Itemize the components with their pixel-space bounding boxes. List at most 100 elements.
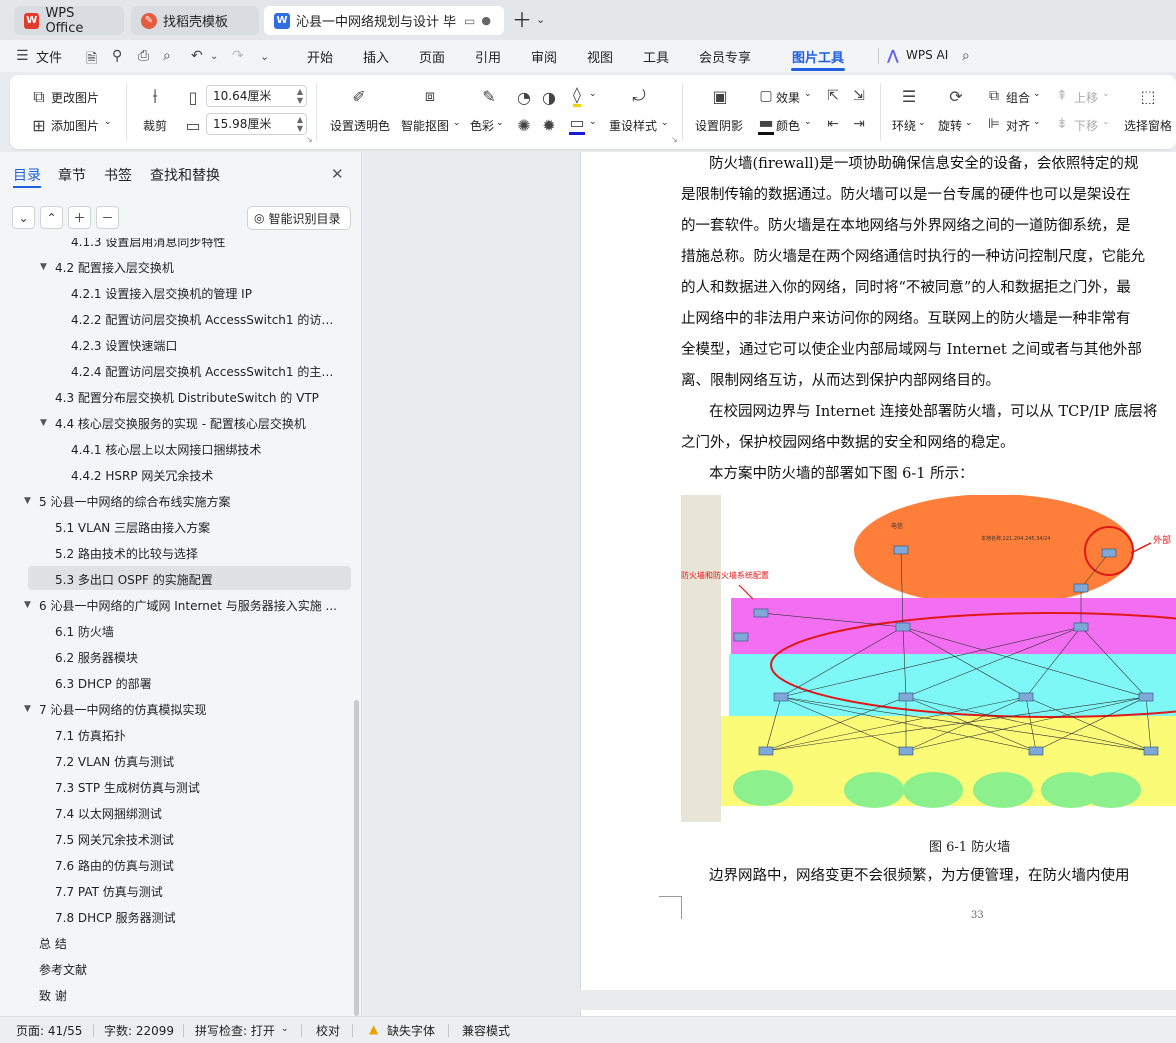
reset-style-button[interactable]: 重设样式 (609, 117, 657, 134)
save-icon[interactable]: 🗎 (86, 48, 97, 72)
print-icon[interactable]: ⎙ (138, 48, 149, 64)
toc-item[interactable]: ▼ 6 沁县一中网络的广域网 Internet 与服务器接入实施 ... (0, 592, 355, 618)
wrap-chevron-icon[interactable]: ⌄ (918, 118, 926, 128)
brightness-up-icon[interactable]: ✺ (513, 114, 535, 136)
height-spinner-icon[interactable]: ▲ ▼ (297, 115, 303, 133)
group-button[interactable]: 组合 (1006, 89, 1030, 106)
add-image-chevron-icon[interactable]: ⌄ (104, 117, 112, 127)
toc-item[interactable]: 6.1 防火墙 (0, 618, 355, 644)
spell-check-toggle[interactable]: 拼写检查: 打开 (195, 1022, 275, 1039)
smart-cutout-button[interactable]: 智能抠图 (401, 117, 449, 134)
unsaved-dot-icon[interactable]: ● (481, 14, 491, 27)
move-up-chevron-icon[interactable]: ⌄ (1102, 89, 1110, 99)
change-image-button[interactable]: 更改图片 (51, 89, 99, 106)
menu-insert[interactable]: 插入 (363, 47, 389, 66)
shadow-right-icon[interactable]: ⇥ (848, 113, 870, 135)
toc-expand-arrow-icon[interactable]: ▼ (24, 600, 31, 610)
page-count[interactable]: 页面: 41/55 (16, 1022, 82, 1039)
effect-chevron-icon[interactable]: ⌄ (804, 89, 812, 99)
effect-button[interactable]: 效果 (776, 89, 800, 106)
smart-toc-button[interactable]: ◎ 智能识别目录 (247, 206, 351, 230)
tab-document[interactable]: W 沁县一中网络规划与设计 毕业 ▭ ● (264, 6, 504, 35)
tab-wps-office[interactable]: W WPS Office (14, 6, 124, 36)
toc-item[interactable]: 致 谢 (0, 982, 355, 1008)
smart-cutout-chevron-icon[interactable]: ⌄ (453, 118, 461, 128)
add-image-button[interactable]: 添加图片 (51, 117, 99, 134)
height-input[interactable]: 15.98厘米 ▲ ▼ (206, 113, 307, 135)
menu-vip[interactable]: 会员专享 (699, 47, 751, 66)
menu-reference[interactable]: 引用 (475, 47, 501, 66)
menu-tools[interactable]: 工具 (643, 47, 669, 66)
width-input[interactable]: 10.64厘米 ▲ ▼ (206, 85, 307, 107)
undo-chevron-icon[interactable]: ⌄ (210, 51, 218, 62)
new-tab-plus-icon[interactable]: ＋ (512, 9, 532, 31)
tab-sections[interactable]: 章节 (58, 165, 86, 185)
spell-check-chevron-icon[interactable]: ⌄ (281, 1024, 289, 1034)
rotate-chevron-icon[interactable]: ⌄ (965, 118, 973, 128)
shadow-up-icon[interactable]: ⇱ (822, 85, 844, 107)
toc-item[interactable]: 7.7 PAT 仿真与测试 (0, 878, 355, 904)
menu-wps-ai[interactable]: WPS AI (906, 48, 948, 62)
color-button[interactable]: 色彩 (470, 117, 494, 134)
collapse-all-icon[interactable]: ⌄ (12, 206, 35, 229)
tab-toc[interactable]: 目录 (13, 165, 41, 185)
add-heading-icon[interactable]: ＋ (68, 206, 91, 229)
more-chevron-icon[interactable]: ⌄ (260, 50, 269, 63)
menu-view[interactable]: 视图 (587, 47, 613, 66)
toc-item[interactable]: 7.2 VLAN 仿真与测试 (0, 748, 355, 774)
selection-pane-button[interactable]: 选择窗格 (1124, 117, 1172, 134)
contrast-down-icon[interactable]: ◑ (538, 86, 560, 108)
toc-item[interactable]: 7.6 路由的仿真与测试 (0, 852, 355, 878)
set-transparent-button[interactable]: 设置透明色 (330, 117, 390, 134)
move-down-button[interactable]: 下移 (1074, 117, 1098, 134)
expand-up-icon[interactable]: ⌃ (40, 206, 63, 229)
align-chevron-icon[interactable]: ⌄ (1033, 117, 1041, 127)
fill-color-chevron-icon[interactable]: ⌄ (589, 89, 597, 99)
toc-item[interactable]: 5.1 VLAN 三层路由接入方案 (0, 514, 355, 540)
remove-heading-icon[interactable]: － (96, 206, 119, 229)
close-panel-icon[interactable]: ✕ (331, 165, 344, 183)
toc-item[interactable]: 4.2.3 设置快速端口 (0, 332, 355, 358)
toc-item[interactable]: 4.2.2 配置访问层交换机 AccessSwitch1 的访问 ... (0, 306, 355, 332)
share-icon[interactable]: ⚲ (112, 48, 122, 64)
undo-icon[interactable]: ↶ (191, 48, 203, 64)
rotate-button[interactable]: 旋转 (938, 117, 962, 134)
toc-item[interactable]: 6.2 服务器模块 (0, 644, 355, 670)
proofread-button[interactable]: 校对 (316, 1022, 340, 1039)
toc-item[interactable]: 参考文献 (0, 956, 355, 982)
border-color-chevron-icon[interactable]: ⌄ (804, 117, 812, 127)
toc-item[interactable]: 6.3 DHCP 的部署 (0, 670, 355, 696)
toc-item[interactable]: 4.2.4 配置访问层交换机 AccessSwitch1 的主干 ... (0, 358, 355, 384)
shadow-left-icon[interactable]: ⇤ (822, 113, 844, 135)
toc-item[interactable]: 4.1.3 设置启用消息同步特性 (0, 238, 355, 254)
toc-scrollbar[interactable] (354, 700, 359, 1016)
toc-item[interactable]: 7.4 以太网捆绑测试 (0, 800, 355, 826)
wrap-button[interactable]: 环绕 (892, 117, 916, 134)
toc-item[interactable]: ▼ 4.4 核心层交换服务的实现 - 配置核心层交换机 (0, 410, 355, 436)
color-chevron-icon[interactable]: ⌄ (496, 118, 504, 128)
toc-item[interactable]: ▼ 5 沁县一中网络的综合布线实施方案 (0, 488, 355, 514)
missing-font-button[interactable]: 缺失字体 (387, 1022, 435, 1039)
toc-item[interactable]: 7.5 网关冗余技术测试 (0, 826, 355, 852)
brightness-down-icon[interactable]: ✹ (538, 114, 560, 136)
firewall-network-diagram[interactable]: 外部 防火墙和防火墙系统配置 电信 本地名称:221.204.245.34/24 (681, 495, 1176, 822)
width-spinner-icon[interactable]: ▲ ▼ (297, 87, 303, 105)
toc-item[interactable]: 总 结 (0, 930, 355, 956)
toc-item[interactable]: 7.1 仿真拓扑 (0, 722, 355, 748)
toc-item[interactable]: 4.4.1 核心层上以太网接口捆绑技术 (0, 436, 355, 462)
toc-expand-arrow-icon[interactable]: ▼ (40, 418, 47, 428)
tab-bookmarks[interactable]: 书签 (104, 165, 132, 185)
group-chevron-icon[interactable]: ⌄ (1033, 89, 1041, 99)
toc-item[interactable]: 5.2 路由技术的比较与选择 (0, 540, 355, 566)
move-down-chevron-icon[interactable]: ⌄ (1102, 117, 1110, 127)
menu-picture-tools[interactable]: 图片工具 (792, 47, 844, 66)
tab-templates[interactable]: ✎ 找稻壳模板 (131, 6, 259, 35)
set-shadow-button[interactable]: 设置阴影 (695, 117, 743, 134)
toc-item[interactable]: 4.2.1 设置接入层交换机的管理 IP (0, 280, 355, 306)
tab-find-replace[interactable]: 查找和替换 (150, 165, 220, 185)
toc-expand-arrow-icon[interactable]: ▼ (24, 704, 31, 714)
hamburger-icon[interactable]: ☰ (16, 48, 29, 64)
word-count[interactable]: 字数: 22099 (104, 1022, 174, 1039)
print-preview-icon[interactable]: ⌕ (163, 48, 171, 64)
toc-item[interactable]: 7.3 STP 生成树仿真与测试 (0, 774, 355, 800)
